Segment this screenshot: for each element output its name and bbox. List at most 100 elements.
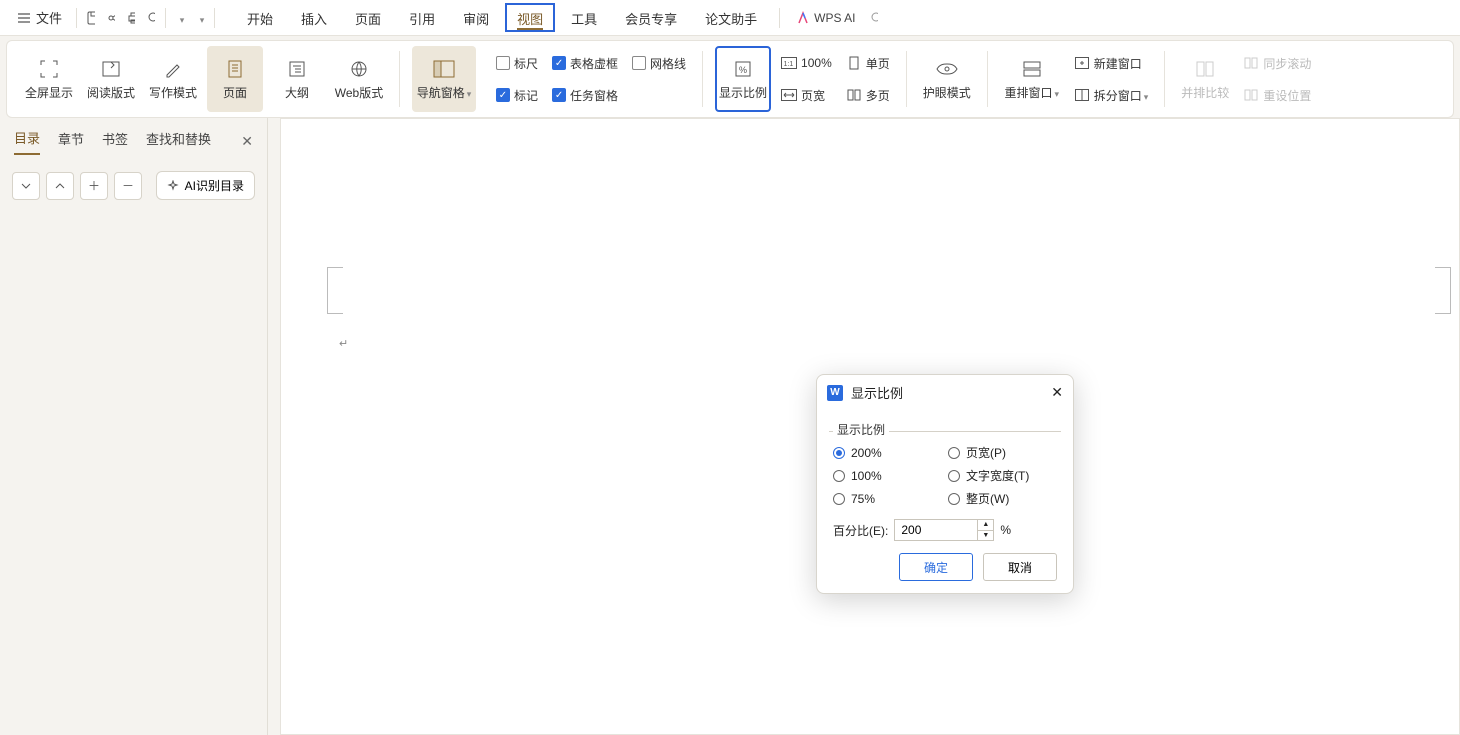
sidebar-close-icon[interactable]: ✕ (241, 133, 253, 150)
side-by-side-button[interactable]: 并排比较 (1177, 46, 1233, 112)
tab-member[interactable]: 会员专享 (613, 3, 689, 32)
zoom-dialog: W 显示比例 ✕ 显示比例 200% 页宽(P) 100% 文字宽度(T) 75… (816, 374, 1074, 594)
save-icon[interactable] (83, 10, 99, 26)
table-frame-label: 表格虚框 (570, 55, 618, 72)
app-w-icon: W (827, 385, 843, 401)
outline-icon (286, 58, 308, 80)
sync-scroll-icon (1243, 55, 1259, 71)
checkbox-icon (552, 56, 566, 70)
write-mode-button[interactable]: 写作模式 (145, 46, 201, 112)
separator (987, 51, 988, 107)
dialog-body: 显示比例 200% 页宽(P) 100% 文字宽度(T) 75% 整页(W) 百… (817, 410, 1073, 593)
sidebar-tab-bookmark[interactable]: 书签 (102, 129, 128, 154)
expand-down-button[interactable] (12, 172, 40, 200)
redo-dropdown-icon[interactable] (198, 10, 205, 26)
reset-position-icon (1243, 87, 1259, 103)
radio-text-width[interactable]: 文字宽度(T) (948, 467, 1057, 484)
eyecare-label: 护眼模式 (923, 84, 971, 101)
nav-group: 导航窗格 (406, 45, 482, 113)
web-layout-button[interactable]: Web版式 (331, 46, 387, 112)
tab-review[interactable]: 审阅 (451, 3, 501, 32)
spin-down-icon[interactable]: ▼ (978, 531, 993, 541)
gridlines-checkbox[interactable]: 网格线 (628, 50, 690, 76)
fullscreen-icon (38, 58, 60, 80)
eyecare-button[interactable]: 护眼模式 (919, 46, 975, 112)
collapse-up-button[interactable] (46, 172, 74, 200)
radio-75[interactable]: 75% (833, 490, 942, 507)
ok-button[interactable]: 确定 (899, 553, 973, 581)
read-layout-button[interactable]: 阅读版式 (83, 46, 139, 112)
cancel-button[interactable]: 取消 (983, 553, 1057, 581)
file-label: 文件 (36, 8, 62, 27)
page-width-button[interactable]: 页宽 (777, 82, 836, 108)
rearrange-window-button[interactable]: 重排窗口 (1000, 46, 1064, 112)
split-window-button[interactable]: 拆分窗口 (1070, 82, 1153, 108)
tab-tools[interactable]: 工具 (559, 3, 609, 32)
nav-pane-button[interactable]: 导航窗格 (412, 46, 476, 112)
new-window-button[interactable]: 新建窗口 (1070, 50, 1153, 76)
ruler-checkbox[interactable]: 标尺 (492, 50, 542, 76)
tab-start[interactable]: 开始 (235, 3, 285, 32)
remove-button[interactable]: － (114, 172, 142, 200)
radio-75-label: 75% (851, 492, 875, 506)
radio-200[interactable]: 200% (833, 444, 942, 461)
share-icon[interactable] (103, 10, 119, 26)
mark-checkbox[interactable]: 标记 (492, 82, 542, 108)
tab-view[interactable]: 视图 (505, 3, 555, 32)
single-page-icon (846, 55, 862, 71)
ai-recognize-toc-button[interactable]: AI识别目录 (156, 171, 255, 200)
svg-text:1:1: 1:1 (784, 61, 794, 68)
radio-whole-page[interactable]: 整页(W) (948, 490, 1057, 507)
task-pane-checkbox[interactable]: 任务窗格 (548, 82, 622, 108)
radio-icon (833, 447, 845, 459)
side-by-side-icon (1194, 58, 1216, 80)
print-preview-icon[interactable] (143, 10, 159, 26)
zoom-button[interactable]: %显示比例 (715, 46, 771, 112)
tab-reference[interactable]: 引用 (397, 3, 447, 32)
percent-input[interactable] (894, 519, 978, 541)
print-icon[interactable] (123, 10, 139, 26)
tab-thesis[interactable]: 论文助手 (693, 3, 769, 32)
outline-button[interactable]: 大纲 (269, 46, 325, 112)
chevron-down-icon (1053, 86, 1060, 100)
multi-page-button[interactable]: 多页 (842, 82, 894, 108)
write-mode-label: 写作模式 (149, 84, 197, 101)
reset-position-button: 重设位置 (1239, 82, 1315, 108)
file-menu-button[interactable]: 文件 (10, 4, 70, 31)
tab-page[interactable]: 页面 (343, 3, 393, 32)
table-frame-checkbox[interactable]: 表格虚框 (548, 50, 622, 76)
percent-spinner[interactable]: ▲▼ (978, 519, 994, 541)
dialog-close-icon[interactable]: ✕ (1051, 384, 1063, 401)
radio-page-width[interactable]: 页宽(P) (948, 444, 1057, 461)
nav-pane-label: 导航窗格 (417, 84, 472, 101)
svg-text:%: % (739, 65, 747, 75)
sidebar-tab-find-replace[interactable]: 查找和替换 (146, 129, 211, 154)
percent-sign: % (1000, 523, 1011, 537)
radio-100[interactable]: 100% (833, 467, 942, 484)
radio-icon (948, 493, 960, 505)
radio-100-label: 100% (851, 469, 882, 483)
zoom-100-button[interactable]: 1:1 100% (777, 50, 836, 76)
single-page-button[interactable]: 单页 (842, 50, 894, 76)
separator (906, 51, 907, 107)
wps-ai-button[interactable]: WPS AI (796, 11, 855, 25)
checkbox-icon (632, 56, 646, 70)
fullscreen-button[interactable]: 全屏显示 (21, 46, 77, 112)
radio-icon (948, 470, 960, 482)
sidebar-tab-toc[interactable]: 目录 (14, 128, 40, 155)
separator (399, 51, 400, 107)
zoom-100-label: 100% (801, 56, 832, 70)
reset-position-label: 重设位置 (1263, 87, 1311, 104)
spin-up-icon[interactable]: ▲ (978, 520, 993, 531)
add-button[interactable]: ＋ (80, 172, 108, 200)
navigation-sidebar: 目录 章节 书签 查找和替换 ✕ ＋ － AI识别目录 (0, 118, 268, 735)
page-view-icon (224, 58, 246, 80)
undo-button[interactable] (172, 10, 188, 26)
radio-page-width-label: 页宽(P) (966, 444, 1006, 461)
undo-dropdown-icon[interactable] (178, 10, 185, 26)
redo-button[interactable] (192, 10, 208, 26)
sidebar-tab-chapter[interactable]: 章节 (58, 129, 84, 154)
search-icon[interactable] (866, 10, 882, 26)
tab-insert[interactable]: 插入 (289, 3, 339, 32)
page-view-button[interactable]: 页面 (207, 46, 263, 112)
